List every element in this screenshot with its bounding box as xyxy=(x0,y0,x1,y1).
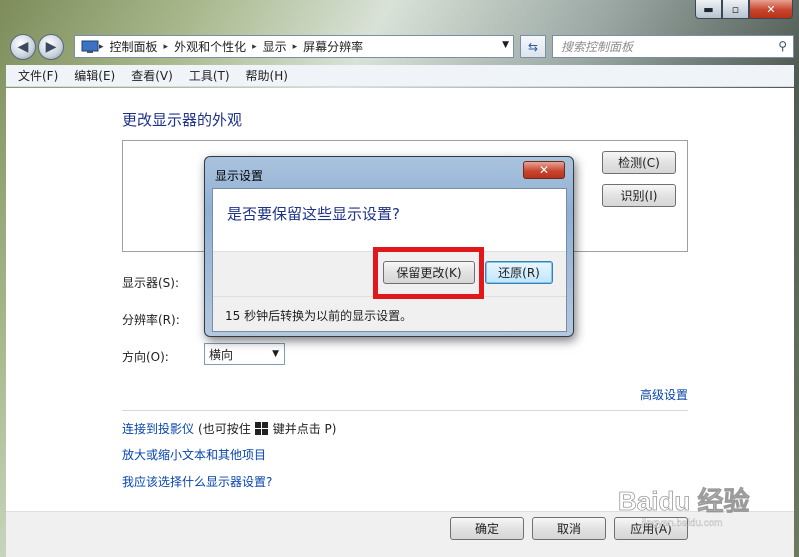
menu-help[interactable]: 帮助(H) xyxy=(238,67,296,84)
chevron-down-icon[interactable]: ▼ xyxy=(502,40,509,50)
breadcrumb-appearance[interactable]: 外观和个性化 xyxy=(168,38,252,55)
connect-projector-link[interactable]: 连接到投影仪 xyxy=(122,420,194,437)
close-icon: ✕ xyxy=(766,2,776,16)
windows-logo-icon xyxy=(254,422,268,435)
which-settings-link[interactable]: 我应该选择什么显示器设置? xyxy=(122,473,272,490)
orientation-label: 方向(O): xyxy=(122,350,169,364)
back-button[interactable]: ◀ xyxy=(10,34,36,60)
window-title-bar: ▬ ▫ ✕ xyxy=(0,0,799,30)
minimize-button[interactable]: ▬ xyxy=(695,0,722,19)
breadcrumb-control-panel[interactable]: 控制面板 xyxy=(104,38,164,55)
dialog-title: 显示设置 xyxy=(215,169,264,183)
address-bar[interactable]: ▸ 控制面板 ▸ 外观和个性化 ▸ 显示 ▸ 屏幕分辨率 ▼ xyxy=(74,35,514,58)
watermark-logo: Baidu 经验 jingyan.baidu.com xyxy=(618,486,750,530)
detect-button[interactable]: 检测(C) xyxy=(602,151,676,174)
projector-row: 连接到投影仪 (也可按住 键并点击 P) xyxy=(122,420,336,437)
menu-bar: 文件(F) 编辑(E) 查看(V) 工具(T) 帮助(H) xyxy=(6,65,794,87)
page-title: 更改显示器的外观 xyxy=(122,111,243,129)
cancel-button[interactable]: 取消 xyxy=(532,517,606,540)
refresh-icon: ⇆ xyxy=(527,39,539,54)
breadcrumb-display[interactable]: 显示 xyxy=(257,38,293,55)
control-panel-icon xyxy=(81,40,99,53)
menu-file[interactable]: 文件(F) xyxy=(10,67,66,84)
window-controls: ▬ ▫ ✕ xyxy=(695,0,793,19)
search-input[interactable]: 搜索控制面板 ⚲ xyxy=(552,35,794,58)
search-placeholder: 搜索控制面板 xyxy=(561,40,634,54)
dialog-close-button[interactable]: ✕ xyxy=(523,161,565,179)
projector-hint-pre: (也可按住 xyxy=(198,422,251,436)
identify-button[interactable]: 识别(I) xyxy=(602,184,676,207)
menu-tools[interactable]: 工具(T) xyxy=(181,67,238,84)
navigation-bar: ◀ ▶ ▸ 控制面板 ▸ 外观和个性化 ▸ 显示 ▸ 屏幕分辨率 ▼ ⇆ 搜索控… xyxy=(6,30,794,63)
maximize-button[interactable]: ▫ xyxy=(722,0,749,19)
highlight-annotation xyxy=(373,247,484,299)
ok-button[interactable]: 确定 xyxy=(450,517,524,540)
refresh-button[interactable]: ⇆ xyxy=(520,35,546,58)
advanced-settings-link[interactable]: 高级设置 xyxy=(640,386,688,403)
projector-hint-post: 键并点击 P) xyxy=(272,422,337,436)
revert-button[interactable]: 还原(R) xyxy=(485,261,553,284)
search-icon: ⚲ xyxy=(778,39,787,53)
back-arrow-icon: ◀ xyxy=(17,39,29,55)
breadcrumb-resolution[interactable]: 屏幕分辨率 xyxy=(297,38,369,55)
orientation-value: 横向 xyxy=(209,347,234,362)
minimize-icon: ▬ xyxy=(703,2,714,16)
menu-view[interactable]: 查看(V) xyxy=(123,67,181,84)
watermark-text: Baidu 经验 xyxy=(618,486,749,516)
chevron-down-icon: ▼ xyxy=(272,349,279,359)
menu-edit[interactable]: 编辑(E) xyxy=(66,67,123,84)
close-icon: ✕ xyxy=(538,163,550,177)
forward-button[interactable]: ▶ xyxy=(38,34,64,60)
dialog-question: 是否要保留这些显示设置? xyxy=(227,205,400,223)
countdown-text: 15 秒钟后转换为以前的显示设置。 xyxy=(225,309,413,323)
watermark-sub: jingyan.baidu.com xyxy=(641,518,723,529)
forward-arrow-icon: ▶ xyxy=(45,39,57,55)
orientation-select[interactable]: 横向 ▼ xyxy=(204,343,285,365)
text-size-link[interactable]: 放大或缩小文本和其他项目 xyxy=(122,446,266,463)
maximize-icon: ▫ xyxy=(731,2,740,16)
resolution-label: 分辨率(R): xyxy=(122,313,180,327)
display-label: 显示器(S): xyxy=(122,276,180,290)
close-button[interactable]: ✕ xyxy=(749,0,793,19)
divider xyxy=(122,410,688,411)
